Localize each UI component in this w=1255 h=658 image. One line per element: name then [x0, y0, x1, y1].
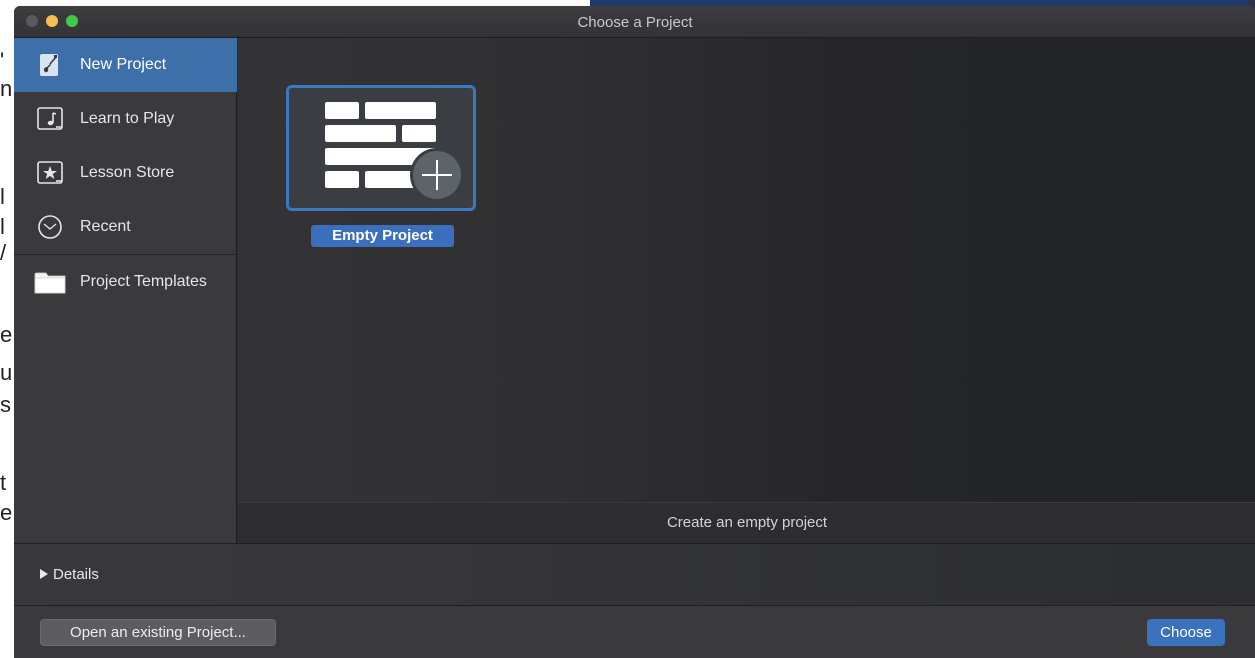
project-browser: Empty Project — [238, 38, 1255, 502]
details-label: Details — [53, 566, 99, 583]
folder-icon — [34, 268, 66, 296]
sidebar-item-new-project[interactable]: New Project — [14, 38, 237, 92]
clock-icon — [36, 213, 64, 241]
empty-project-tile[interactable] — [286, 85, 476, 211]
choose-project-window: Choose a Project New Project Learn to Pl… — [14, 6, 1255, 658]
sidebar: New Project Learn to Play Lesson Store R… — [14, 38, 237, 543]
window-title: Choose a Project — [577, 14, 693, 31]
sidebar-item-lesson-store[interactable]: Lesson Store — [14, 146, 237, 200]
sidebar-item-learn-to-play[interactable]: Learn to Play — [14, 92, 237, 146]
empty-project-label[interactable]: Empty Project — [311, 225, 454, 247]
template-description: Create an empty project — [238, 502, 1255, 543]
background-desktop: ' n l l / e u s t e — [0, 0, 14, 658]
guitar-document-icon — [36, 51, 64, 79]
star-icon — [36, 159, 64, 187]
footer-bar: Open an existing Project... Choose — [14, 605, 1255, 658]
choose-button[interactable]: Choose — [1147, 619, 1225, 646]
open-existing-project-button[interactable]: Open an existing Project... — [40, 619, 276, 646]
title-bar[interactable]: Choose a Project — [14, 6, 1255, 38]
sidebar-item-label: New Project — [80, 56, 167, 73]
sidebar-item-project-templates[interactable]: Project Templates — [14, 255, 237, 309]
disclosure-triangle-icon — [40, 569, 48, 579]
sidebar-item-label: Recent — [80, 218, 131, 235]
sidebar-item-label: Project Templates — [80, 273, 207, 290]
details-disclosure[interactable]: Details — [40, 566, 99, 583]
details-section: Details — [14, 543, 1255, 605]
sidebar-item-recent[interactable]: Recent — [14, 200, 237, 254]
sidebar-item-label: Learn to Play — [80, 110, 175, 127]
sidebar-item-label: Lesson Store — [80, 164, 175, 181]
music-note-icon — [36, 105, 64, 133]
